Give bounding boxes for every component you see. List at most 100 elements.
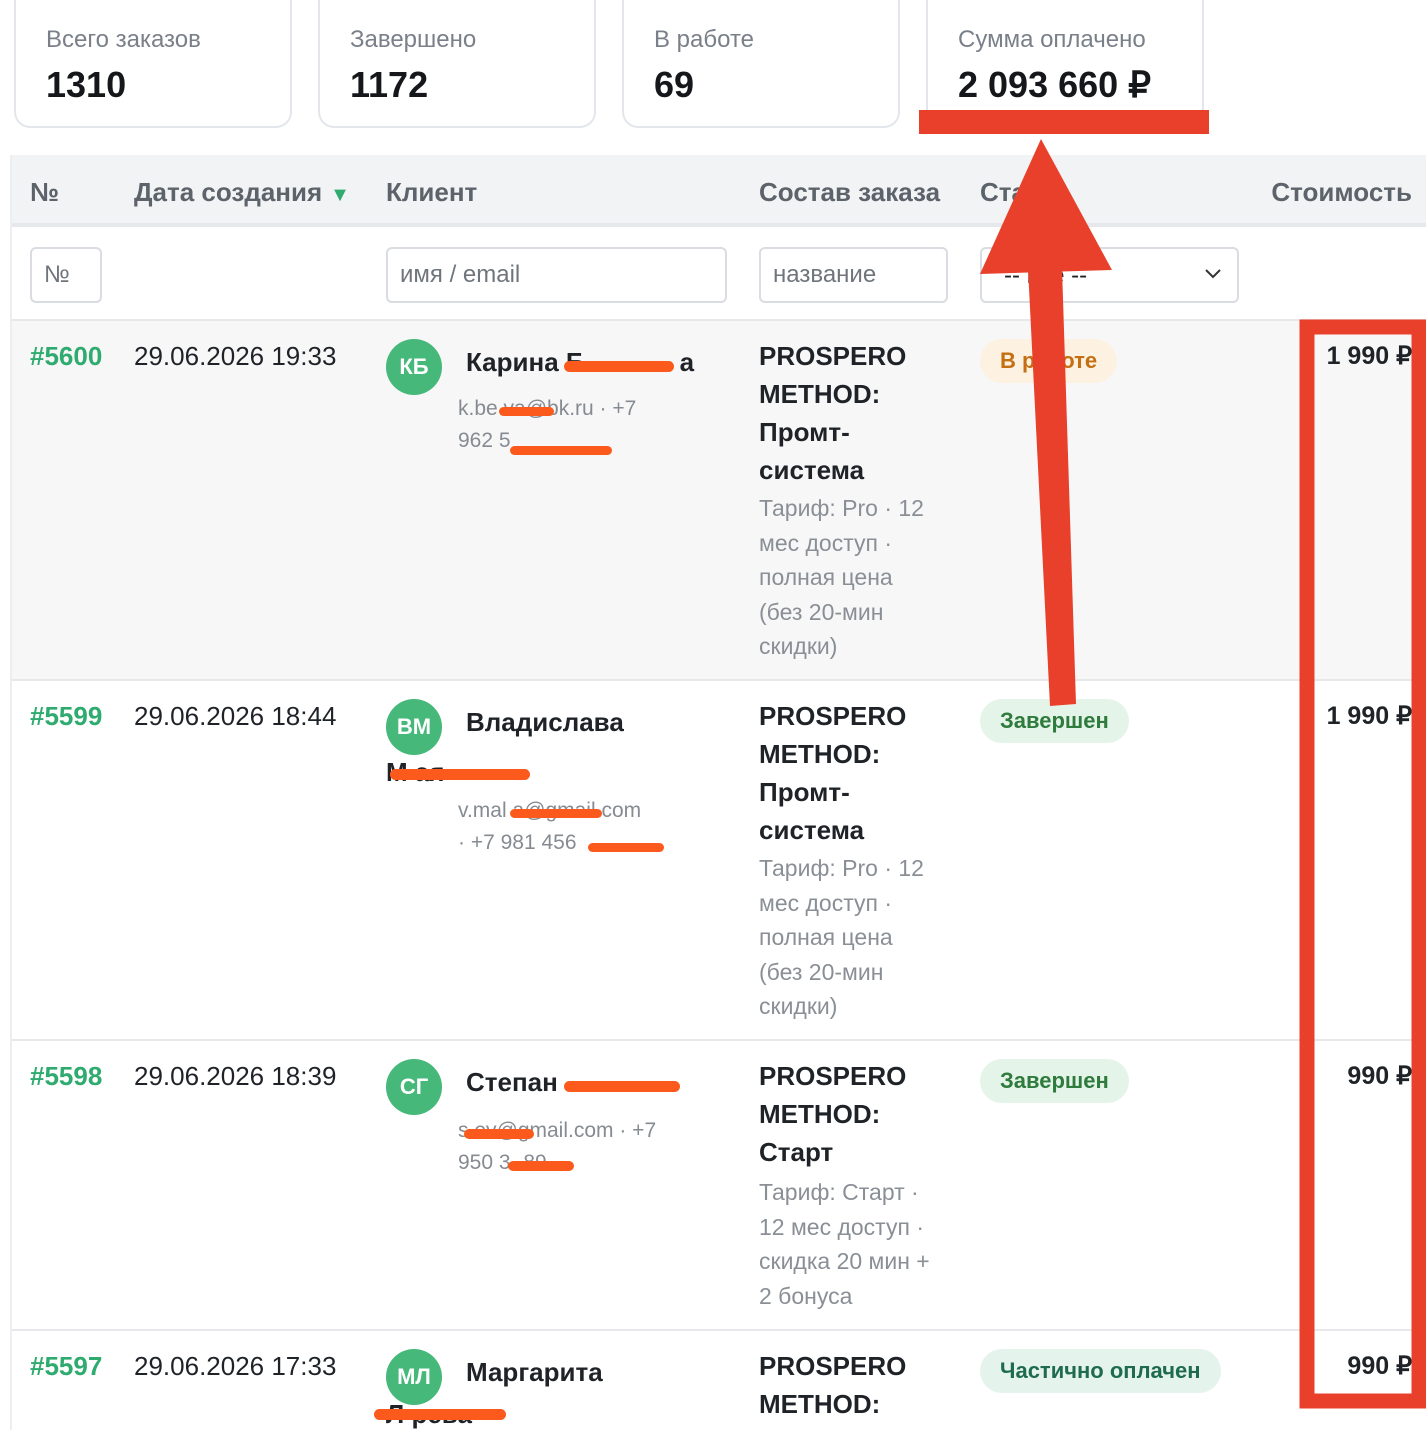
table-row[interactable]: #5599 29.06.2026 18:44 ВМ Владислава М а…	[12, 681, 1426, 1041]
product-title-line: PROSPERO	[759, 341, 907, 371]
product-title-line: Промт-	[759, 777, 850, 807]
avatar: КБ	[386, 339, 442, 395]
chevron-down-icon	[1205, 269, 1221, 279]
stat-value: 1310	[46, 64, 127, 105]
product-title-line: система	[759, 455, 865, 485]
product-title: PROSPERO METHOD: Промт- система	[759, 337, 959, 489]
stat-card-completed: Завершено 1172	[318, 0, 596, 128]
product-title-line: Старт	[759, 1137, 834, 1167]
table-row[interactable]: #5600 29.06.2026 19:33 КБ Карина Ба k.be…	[12, 321, 1426, 681]
order-price: 990 ₽	[1347, 1062, 1412, 1090]
product-description-line: 12 мес доступ ·	[759, 1213, 924, 1240]
product-description-line: Тариф: Pro · 12	[759, 855, 924, 881]
avatar: МЛ	[386, 1349, 442, 1405]
filter-row: -- все --	[12, 227, 1426, 321]
order-date: 29.06.2026 18:44	[134, 701, 337, 731]
stat-card-paid-sum: Сумма оплачено 2 093 660 ₽	[926, 0, 1204, 128]
stat-value: 69	[654, 64, 695, 105]
orders-table: № Дата создания ▼ Клиент Состав заказа Ст…	[10, 155, 1426, 1430]
stat-value: 1172	[350, 64, 429, 105]
product-description-line: Тариф: Старт ·	[759, 1179, 919, 1205]
product-description-line: полная цена	[759, 924, 893, 950]
redaction-mark	[510, 446, 612, 455]
avatar: ВМ	[386, 699, 442, 755]
stats-bar: Всего заказов 1310 Завершено 1172 В рабо…	[0, 0, 1426, 150]
product-title: PROSPERO METHOD: Промт- система	[759, 697, 959, 849]
column-header-client[interactable]: Клиент	[386, 177, 477, 208]
product-title-line: METHOD:	[759, 1099, 881, 1129]
redaction-mark	[499, 407, 554, 416]
client-name[interactable]: Владислава	[466, 707, 624, 738]
product-description-line: скидка 20 мин +	[759, 1248, 930, 1274]
table-header: № Дата создания ▼ Клиент Состав заказа Ст…	[12, 155, 1426, 227]
status-filter-select[interactable]: -- все --	[980, 247, 1239, 303]
product-description-line: скидки)	[759, 633, 838, 659]
stat-value: 2 093 660 ₽	[958, 64, 1152, 105]
redaction-mark	[510, 809, 602, 818]
column-header-date-label: Дата создания	[134, 177, 323, 207]
product-title-line: PROSPERO	[759, 1351, 907, 1381]
product-description-line: полная цена	[759, 564, 893, 590]
status-badge: Завершен	[980, 699, 1129, 743]
redaction-mark	[564, 1081, 680, 1092]
order-number-link[interactable]: #5597	[30, 1351, 102, 1382]
avatar: СГ	[386, 1059, 442, 1115]
status-badge: В работе	[980, 339, 1118, 383]
table-row[interactable]: #5598 29.06.2026 18:39 СГ Степан s ev@gm…	[12, 1041, 1426, 1331]
order-date: 29.06.2026 19:33	[134, 341, 337, 371]
product-description-line: мес доступ ·	[759, 529, 893, 556]
status-badge: Частично оплачен	[980, 1349, 1221, 1393]
product-description-line: Тариф: Pro · 12	[759, 495, 924, 521]
product-description: Тариф: Pro · 12 мес доступ · полная цена…	[759, 851, 959, 1024]
redaction-mark	[508, 1161, 574, 1171]
order-number-link[interactable]: #5599	[30, 701, 102, 732]
redaction-mark	[564, 361, 674, 372]
order-date: 29.06.2026 18:39	[134, 1061, 337, 1091]
client-filter-input[interactable]	[386, 247, 727, 303]
product-title-line: PROSPERO	[759, 701, 907, 731]
sort-desc-icon: ▼	[330, 184, 350, 206]
product-description-line: (без 20-мин	[759, 958, 884, 985]
status-badge: Завершен	[980, 1059, 1129, 1103]
redaction-mark	[374, 1409, 506, 1420]
product-title: PROSPERO METHOD:	[759, 1347, 959, 1423]
table-row[interactable]: #5597 29.06.2026 17:33 МЛ Маргарита Л ре…	[12, 1331, 1426, 1430]
product-description-line: (без 20-мин	[759, 598, 884, 625]
column-header-number[interactable]: №	[30, 177, 59, 208]
product-title-line: METHOD:	[759, 379, 881, 409]
redaction-mark	[464, 1129, 534, 1139]
product-description-line: 2 бонуса	[759, 1282, 853, 1309]
column-header-cost[interactable]: Стоимость	[1271, 177, 1412, 208]
product-title-line: METHOD:	[759, 1389, 881, 1419]
stat-label: В работе	[654, 26, 755, 53]
items-filter-input[interactable]	[759, 247, 948, 303]
product-description-line: скидки)	[759, 993, 838, 1019]
product-title-line: METHOD:	[759, 739, 881, 769]
product-title: PROSPERO METHOD: Старт	[759, 1057, 959, 1171]
client-name[interactable]: Маргарита	[466, 1357, 603, 1388]
order-price: 1 990 ₽	[1326, 702, 1412, 730]
order-price: 990 ₽	[1347, 1352, 1412, 1380]
order-number-link[interactable]: #5600	[30, 341, 102, 372]
product-description-line: мес доступ ·	[759, 889, 893, 916]
stat-label: Всего заказов	[46, 26, 201, 53]
client-contact-line: 950 3 -89	[458, 1151, 547, 1174]
stat-card-in-progress: В работе 69	[622, 0, 900, 128]
order-number-link[interactable]: #5598	[30, 1061, 102, 1092]
product-description: Тариф: Pro · 12 мес доступ · полная цена…	[759, 491, 959, 664]
stat-label: Завершено	[350, 26, 477, 53]
redaction-mark	[588, 843, 664, 852]
column-header-date[interactable]: Дата создания ▼	[134, 177, 350, 208]
stat-card-total-orders: Всего заказов 1310	[14, 0, 292, 128]
order-price: 1 990 ₽	[1326, 342, 1412, 370]
stat-label: Сумма оплачено	[958, 26, 1146, 53]
order-date: 29.06.2026 17:33	[134, 1351, 337, 1381]
column-header-status[interactable]: Ста	[980, 177, 1026, 208]
number-filter-input[interactable]	[30, 247, 102, 303]
product-title-line: PROSPERO	[759, 1061, 907, 1091]
client-name-tail: а	[679, 347, 695, 377]
column-header-items[interactable]: Состав заказа	[759, 177, 940, 208]
product-title-line: система	[759, 815, 865, 845]
client-name[interactable]: Степан	[466, 1067, 558, 1098]
product-description: Тариф: Старт · 12 мес доступ · скидка 20…	[759, 1175, 959, 1313]
